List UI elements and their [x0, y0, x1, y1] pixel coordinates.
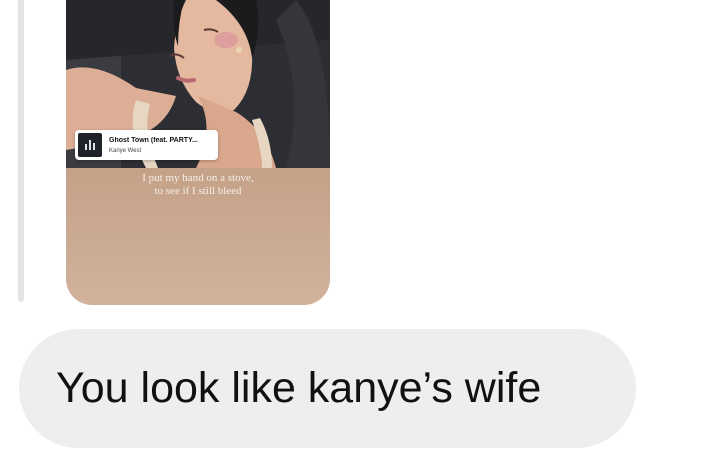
sound-wave-icon: [78, 133, 102, 157]
message-text: You look like kanye’s wife: [56, 364, 542, 412]
story-reply-card[interactable]: Ghost Town (feat. PARTY... Kanye West I …: [66, 0, 330, 305]
story-reply-indicator: [18, 0, 24, 302]
music-sticker[interactable]: Ghost Town (feat. PARTY... Kanye West: [75, 130, 218, 160]
song-artist: Kanye West: [109, 148, 142, 154]
story-lyrics: I put my hand on a stove, to see if I st…: [66, 172, 330, 198]
lyrics-line: I put my hand on a stove,: [142, 172, 254, 184]
lyrics-line: to see if I still bleed: [154, 185, 242, 197]
song-title: Ghost Town (feat. PARTY...: [109, 137, 198, 144]
message-bubble[interactable]: You look like kanye’s wife: [19, 329, 636, 448]
